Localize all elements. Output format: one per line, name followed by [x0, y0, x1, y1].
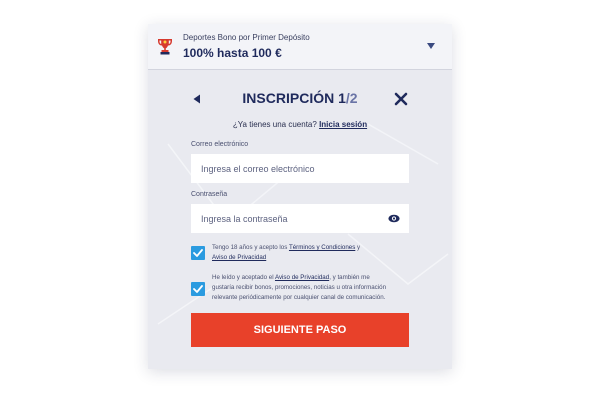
terms-consent-text: Tengo 18 años y acepto los Términos y Co…	[212, 243, 390, 263]
bonus-title: 100% hasta 100 €	[183, 46, 282, 60]
terms-checkbox[interactable]	[191, 246, 205, 260]
login-prompt: ¿Ya tienes una cuenta? Inicia sesión	[148, 120, 452, 129]
close-icon[interactable]	[394, 92, 408, 106]
password-field[interactable]	[191, 204, 409, 233]
title-step-total: /2	[345, 90, 358, 106]
next-step-button[interactable]: SIGUIENTE PASO	[191, 313, 409, 347]
registration-panel: Deportes Bono por Primer Depósito 100% h…	[148, 24, 452, 369]
email-label: Correo electrónico	[191, 141, 249, 148]
chevron-down-icon[interactable]	[426, 42, 436, 50]
marketing-text-before: He leído y aceptado el	[212, 274, 275, 281]
terms-link[interactable]: Términos y Condiciones	[289, 244, 355, 251]
marketing-privacy-link[interactable]: Aviso de Privacidad	[275, 274, 329, 281]
email-field[interactable]	[191, 154, 409, 183]
marketing-checkbox[interactable]	[191, 282, 205, 296]
eye-icon[interactable]	[388, 214, 400, 223]
checkmark-icon	[193, 249, 203, 257]
password-label: Contraseña	[191, 191, 228, 198]
privacy-link[interactable]: Aviso de Privacidad	[212, 254, 266, 261]
bonus-subtitle: Deportes Bono por Primer Depósito	[183, 33, 310, 42]
checkmark-icon	[193, 285, 203, 293]
terms-text-middle: y	[355, 244, 361, 251]
marketing-consent-text: He leído y aceptado el Aviso de Privacid…	[212, 273, 390, 303]
login-link[interactable]: Inicia sesión	[319, 120, 367, 129]
title-step: INSCRIPCIÓN 1	[242, 90, 346, 106]
bonus-header[interactable]: Deportes Bono por Primer Depósito 100% h…	[148, 24, 452, 70]
login-prompt-text: ¿Ya tienes una cuenta?	[232, 120, 317, 129]
terms-text-before: Tengo 18 años y acepto los	[212, 244, 289, 251]
trophy-icon	[158, 39, 172, 55]
